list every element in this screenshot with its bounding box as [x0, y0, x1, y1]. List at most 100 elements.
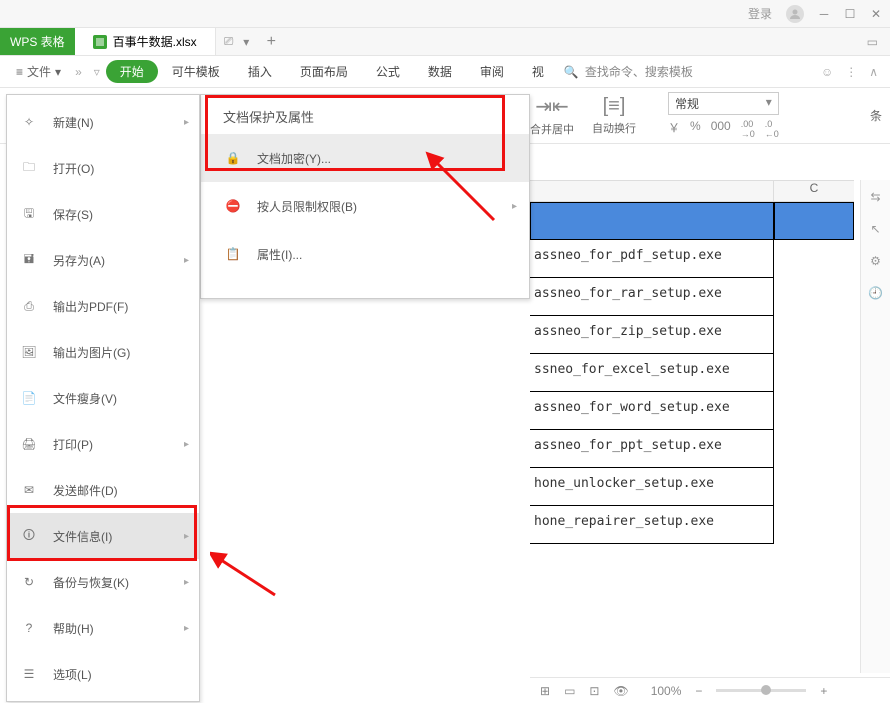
comma-button[interactable]: 000: [711, 119, 731, 139]
conditional-format-button[interactable]: 条: [870, 107, 890, 124]
tab-layout[interactable]: 页面布局: [286, 63, 362, 80]
view-mode-3-icon[interactable]: ⊡: [589, 684, 599, 698]
chevron-right-icon: ▸: [512, 201, 517, 212]
zoom-in-button[interactable]: +: [820, 684, 827, 698]
menu-export-pdf[interactable]: ⎙输出为PDF(F): [7, 283, 199, 329]
document-tab[interactable]: 百事牛数据.xlsx: [75, 28, 216, 55]
tab-review[interactable]: 审阅: [466, 63, 518, 80]
table-row[interactable]: assneo_for_word_setup.exe: [530, 392, 854, 430]
table-row[interactable]: assneo_for_ppt_setup.exe: [530, 430, 854, 468]
smiley-icon[interactable]: ☺: [821, 65, 833, 79]
tab-list-icon[interactable]: ▭: [867, 35, 890, 49]
lock-icon: 🔒: [223, 148, 243, 168]
inc-decimal-button[interactable]: .00 →0: [741, 119, 755, 139]
wrap-icon: [≡]: [603, 95, 626, 118]
zoom-slider[interactable]: [716, 689, 806, 692]
login-label[interactable]: 登录: [748, 5, 772, 22]
menu-help[interactable]: ?帮助(H)▸: [7, 605, 199, 651]
submenu-restrict[interactable]: ⛔按人员限制权限(B)▸: [201, 182, 529, 230]
file-menu-button[interactable]: ≡ 文件 ▾: [8, 63, 69, 80]
menu-send-mail[interactable]: ✉发送邮件(D): [7, 467, 199, 513]
cell-value: assneo_for_ppt_setup.exe: [530, 430, 774, 468]
view-mode-2-icon[interactable]: ▭: [564, 684, 575, 698]
table-row[interactable]: ssneo_for_excel_setup.exe: [530, 354, 854, 392]
tab-start[interactable]: 开始: [106, 60, 158, 83]
number-format-group: 常规 ￥ % 000 .00 →0 .0 ←0: [668, 92, 779, 139]
col-header-b[interactable]: [530, 180, 774, 202]
zoom-out-button[interactable]: −: [695, 684, 702, 698]
view-mode-1-icon[interactable]: ⊞: [540, 684, 550, 698]
cell-value: assneo_for_pdf_setup.exe: [530, 240, 774, 278]
undo-dropdown[interactable]: »: [69, 65, 88, 79]
tab-view[interactable]: 视: [518, 63, 558, 80]
dec-decimal-button[interactable]: .0 ←0: [765, 119, 779, 139]
new-tab-button[interactable]: +: [257, 33, 285, 51]
spreadsheet-grid[interactable]: C assneo_for_pdf_setup.exe assneo_for_ra…: [530, 180, 854, 673]
maximize-button[interactable]: ☐: [844, 8, 856, 20]
zoom-slider-thumb[interactable]: [761, 685, 771, 695]
dropdown-icon[interactable]: ▾: [243, 35, 249, 49]
command-search[interactable]: 🔍 查找命令、搜索模板: [564, 63, 693, 80]
tab-formula[interactable]: 公式: [362, 63, 414, 80]
chevron-right-icon: ▸: [184, 531, 189, 542]
number-format-select[interactable]: 常规: [668, 92, 779, 115]
file-dropdown-menu: ✧新建(N)▸ 🗀打开(O) 🖫保存(S) 🖬另存为(A)▸ ⎙输出为PDF(F…: [6, 94, 200, 702]
col-header-c[interactable]: C: [774, 180, 854, 202]
menu-file-info[interactable]: 🛈文件信息(I)▸: [7, 513, 199, 559]
table-row[interactable]: hone_repairer_setup.exe: [530, 506, 854, 544]
menu-open[interactable]: 🗀打开(O): [7, 145, 199, 191]
annotation-arrow-icon: [210, 550, 280, 600]
presentation-icon[interactable]: ⎚: [224, 34, 234, 49]
eye-icon[interactable]: 👁: [613, 684, 628, 698]
table-row[interactable]: assneo_for_pdf_setup.exe: [530, 240, 854, 278]
table-row[interactable]: hone_unlocker_setup.exe: [530, 468, 854, 506]
cell-value: ssneo_for_excel_setup.exe: [530, 354, 774, 392]
titlebar: 登录 ─ ☐ ✕: [0, 0, 890, 28]
info-icon: 🛈: [19, 526, 39, 546]
zoom-level[interactable]: 100%: [651, 684, 682, 698]
document-tabbar: WPS 表格 百事牛数据.xlsx ⎚ ▾ + ▭: [0, 28, 890, 56]
select-icon[interactable]: ↖: [870, 222, 880, 236]
menu-options[interactable]: ☰选项(L): [7, 651, 199, 697]
app-name[interactable]: WPS 表格: [0, 28, 75, 55]
new-icon: ✧: [19, 112, 39, 132]
menu-new[interactable]: ✧新建(N)▸: [7, 99, 199, 145]
document-name: 百事牛数据.xlsx: [113, 33, 197, 50]
menu-export-image[interactable]: 🖼输出为图片(G): [7, 329, 199, 375]
submenu-encrypt[interactable]: 🔒文档加密(Y)...: [201, 134, 529, 182]
ribbon-tabs: ≡ 文件 ▾ » ▿ 开始 可牛模板 插入 页面布局 公式 数据 审阅 视 🔍 …: [0, 56, 890, 88]
search-placeholder: 查找命令、搜索模板: [585, 63, 693, 80]
menu-save[interactable]: 🖫保存(S): [7, 191, 199, 237]
close-button[interactable]: ✕: [870, 8, 882, 20]
submenu-properties[interactable]: 📋属性(I)...: [201, 230, 529, 278]
merge-center-button[interactable]: ⇥⇤ 合并居中: [530, 94, 574, 137]
cell-value: assneo_for_zip_setup.exe: [530, 316, 774, 354]
table-row[interactable]: assneo_for_zip_setup.exe: [530, 316, 854, 354]
minimize-button[interactable]: ─: [818, 8, 830, 20]
avatar-icon[interactable]: [786, 5, 804, 23]
dots-icon[interactable]: ⋮: [845, 65, 857, 79]
menu-backup[interactable]: ↻备份与恢复(K)▸: [7, 559, 199, 605]
expand-icon[interactable]: ⇆: [870, 190, 880, 204]
menu-save-as[interactable]: 🖬另存为(A)▸: [7, 237, 199, 283]
tab-template[interactable]: 可牛模板: [158, 63, 234, 80]
settings-icon[interactable]: ⚙: [870, 254, 881, 268]
cell-value: assneo_for_rar_setup.exe: [530, 278, 774, 316]
chevron-right-icon: ▸: [184, 117, 189, 128]
menu-print[interactable]: 🖨打印(P)▸: [7, 421, 199, 467]
wrap-text-button[interactable]: [≡] 自动换行: [592, 95, 636, 136]
currency-button[interactable]: ￥: [668, 119, 680, 139]
tab-insert[interactable]: 插入: [234, 63, 286, 80]
redo-dropdown[interactable]: ▿: [88, 65, 106, 79]
table-row[interactable]: assneo_for_rar_setup.exe: [530, 278, 854, 316]
save-as-icon: 🖬: [19, 250, 39, 270]
file-info-submenu: 文档保护及属性 🔒文档加密(Y)... ⛔按人员限制权限(B)▸ 📋属性(I).…: [200, 94, 530, 299]
table-row[interactable]: [530, 202, 854, 240]
submenu-header: 文档保护及属性: [201, 99, 529, 134]
tab-data[interactable]: 数据: [414, 63, 466, 80]
menu-file-slim[interactable]: 📄文件瘦身(V): [7, 375, 199, 421]
percent-button[interactable]: %: [690, 119, 701, 139]
history-icon[interactable]: 🕘: [868, 286, 883, 300]
collapse-ribbon-icon[interactable]: ∧: [869, 65, 878, 79]
help-icon: ?: [19, 618, 39, 638]
